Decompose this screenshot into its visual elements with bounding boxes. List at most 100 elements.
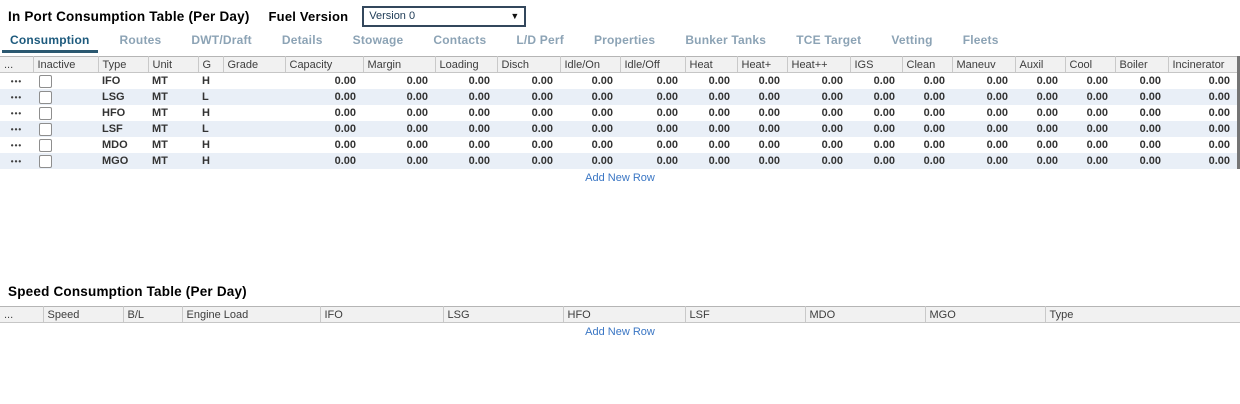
cell-idle-off[interactable]: 0.00 (620, 153, 685, 169)
cell-auxil[interactable]: 0.00 (1015, 105, 1065, 121)
cell-heat-plus-plus[interactable]: 0.00 (787, 153, 850, 169)
cell-idle-off[interactable]: 0.00 (620, 73, 685, 90)
cell-g[interactable]: H (198, 153, 223, 169)
cell-type[interactable]: MDO (98, 137, 148, 153)
cell-inactive[interactable] (33, 137, 98, 153)
cell-igs[interactable]: 0.00 (850, 105, 902, 121)
cell-incinerator[interactable]: 0.00 (1168, 89, 1237, 105)
cell-idle-on[interactable]: 0.00 (560, 121, 620, 137)
cell-clean[interactable]: 0.00 (902, 73, 952, 90)
cell-cool[interactable]: 0.00 (1065, 121, 1115, 137)
cell-loading[interactable]: 0.00 (435, 137, 497, 153)
cell-inactive[interactable] (33, 89, 98, 105)
cell-unit[interactable]: MT (148, 153, 198, 169)
cell-row-menu[interactable]: ••• (0, 73, 33, 90)
cell-margin[interactable]: 0.00 (363, 137, 435, 153)
cell-idle-on[interactable]: 0.00 (560, 105, 620, 121)
cell-unit[interactable]: MT (148, 137, 198, 153)
row-menu-icon[interactable]: ••• (11, 141, 22, 150)
cell-igs[interactable]: 0.00 (850, 137, 902, 153)
row-menu-icon[interactable]: ••• (11, 77, 22, 86)
cell-unit[interactable]: MT (148, 121, 198, 137)
cell-cool[interactable]: 0.00 (1065, 153, 1115, 169)
cell-disch[interactable]: 0.00 (497, 105, 560, 121)
tab-details[interactable]: Details (274, 33, 331, 53)
cell-igs[interactable]: 0.00 (850, 89, 902, 105)
cell-boiler[interactable]: 0.00 (1115, 137, 1168, 153)
cell-heat-plus[interactable]: 0.00 (737, 137, 787, 153)
cell-unit[interactable]: MT (148, 73, 198, 90)
cell-clean[interactable]: 0.00 (902, 121, 952, 137)
cell-heat[interactable]: 0.00 (685, 89, 737, 105)
tab-routes[interactable]: Routes (112, 33, 170, 53)
cell-grade[interactable] (223, 121, 285, 137)
cell-incinerator[interactable]: 0.00 (1168, 121, 1237, 137)
cell-disch[interactable]: 0.00 (497, 89, 560, 105)
tab-contacts[interactable]: Contacts (425, 33, 494, 53)
fuel-version-select[interactable]: Version 0 ▼ (362, 6, 526, 27)
cell-row-menu[interactable]: ••• (0, 137, 33, 153)
tab-consumption[interactable]: Consumption (2, 33, 98, 53)
cell-grade[interactable] (223, 137, 285, 153)
tab-tce-target[interactable]: TCE Target (788, 33, 869, 53)
cell-boiler[interactable]: 0.00 (1115, 73, 1168, 90)
cell-heat-plus[interactable]: 0.00 (737, 89, 787, 105)
cell-idle-on[interactable]: 0.00 (560, 137, 620, 153)
cell-inactive[interactable] (33, 121, 98, 137)
cell-idle-on[interactable]: 0.00 (560, 73, 620, 90)
cell-g[interactable]: L (198, 89, 223, 105)
cell-grade[interactable] (223, 89, 285, 105)
cell-disch[interactable]: 0.00 (497, 137, 560, 153)
cell-g[interactable]: H (198, 73, 223, 90)
cell-cool[interactable]: 0.00 (1065, 137, 1115, 153)
cell-type[interactable]: LSF (98, 121, 148, 137)
add-new-row-link-inport[interactable]: Add New Row (0, 172, 1240, 184)
cell-incinerator[interactable]: 0.00 (1168, 73, 1237, 90)
cell-grade[interactable] (223, 105, 285, 121)
inactive-checkbox[interactable] (39, 91, 52, 104)
cell-heat-plus-plus[interactable]: 0.00 (787, 105, 850, 121)
inactive-checkbox[interactable] (39, 155, 52, 168)
cell-heat-plus[interactable]: 0.00 (737, 121, 787, 137)
tab-dwt-draft[interactable]: DWT/Draft (183, 33, 259, 53)
cell-boiler[interactable]: 0.00 (1115, 153, 1168, 169)
cell-capacity[interactable]: 0.00 (285, 137, 363, 153)
cell-type[interactable]: HFO (98, 105, 148, 121)
cell-clean[interactable]: 0.00 (902, 105, 952, 121)
cell-igs[interactable]: 0.00 (850, 121, 902, 137)
cell-margin[interactable]: 0.00 (363, 89, 435, 105)
cell-clean[interactable]: 0.00 (902, 89, 952, 105)
cell-boiler[interactable]: 0.00 (1115, 89, 1168, 105)
cell-auxil[interactable]: 0.00 (1015, 153, 1065, 169)
cell-idle-on[interactable]: 0.00 (560, 153, 620, 169)
row-menu-icon[interactable]: ••• (11, 125, 22, 134)
cell-maneuv[interactable]: 0.00 (952, 105, 1015, 121)
cell-margin[interactable]: 0.00 (363, 121, 435, 137)
cell-inactive[interactable] (33, 153, 98, 169)
cell-idle-off[interactable]: 0.00 (620, 121, 685, 137)
tab-stowage[interactable]: Stowage (345, 33, 412, 53)
cell-loading[interactable]: 0.00 (435, 121, 497, 137)
cell-g[interactable]: H (198, 137, 223, 153)
cell-heat-plus[interactable]: 0.00 (737, 153, 787, 169)
cell-idle-off[interactable]: 0.00 (620, 137, 685, 153)
cell-incinerator[interactable]: 0.00 (1168, 105, 1237, 121)
cell-auxil[interactable]: 0.00 (1015, 137, 1065, 153)
cell-loading[interactable]: 0.00 (435, 105, 497, 121)
cell-capacity[interactable]: 0.00 (285, 89, 363, 105)
cell-margin[interactable]: 0.00 (363, 73, 435, 90)
tab-l-d-perf[interactable]: L/D Perf (508, 33, 572, 53)
cell-grade[interactable] (223, 73, 285, 90)
cell-cool[interactable]: 0.00 (1065, 105, 1115, 121)
cell-maneuv[interactable]: 0.00 (952, 89, 1015, 105)
cell-auxil[interactable]: 0.00 (1015, 73, 1065, 90)
inactive-checkbox[interactable] (39, 139, 52, 152)
cell-type[interactable]: MGO (98, 153, 148, 169)
cell-capacity[interactable]: 0.00 (285, 73, 363, 90)
cell-disch[interactable]: 0.00 (497, 121, 560, 137)
cell-clean[interactable]: 0.00 (902, 153, 952, 169)
cell-loading[interactable]: 0.00 (435, 153, 497, 169)
cell-heat-plus[interactable]: 0.00 (737, 73, 787, 90)
cell-row-menu[interactable]: ••• (0, 89, 33, 105)
cell-row-menu[interactable]: ••• (0, 105, 33, 121)
